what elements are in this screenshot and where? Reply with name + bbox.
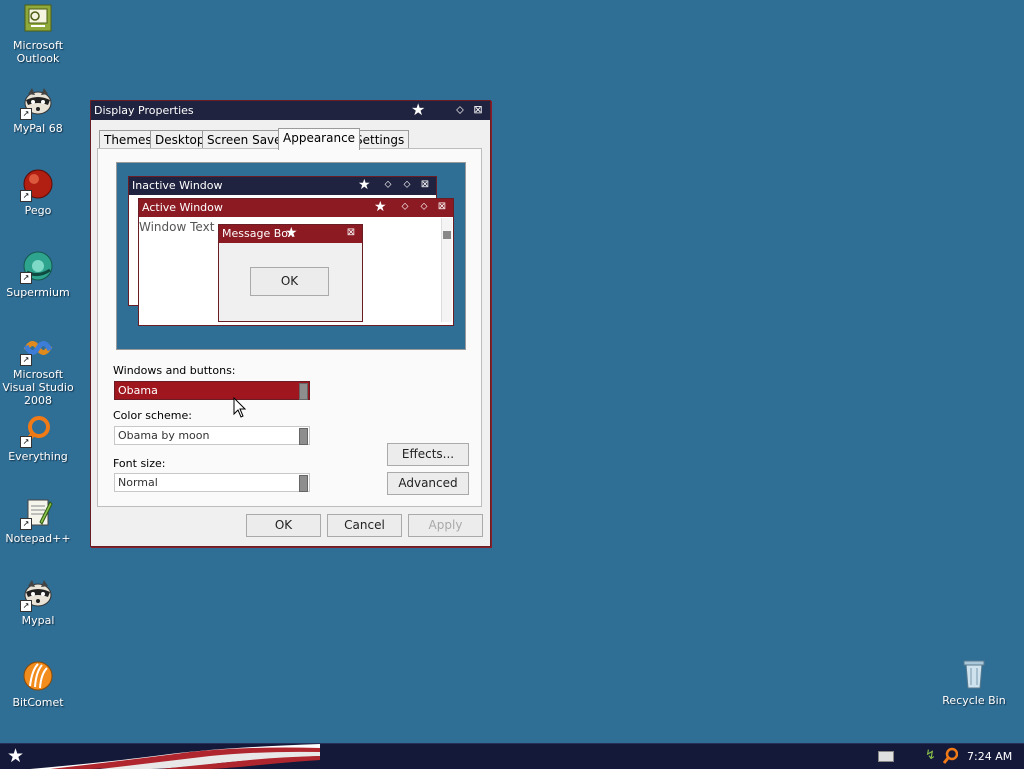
windows-and-buttons-label: Windows and buttons: — [113, 364, 236, 377]
preview-scrollbar — [441, 218, 452, 322]
clock[interactable]: 7:24 AM — [967, 750, 1012, 763]
desktop-icon-label: Mypal — [21, 614, 55, 627]
font-size-value: Normal — [118, 476, 158, 489]
desktop-icon-supermium[interactable]: ↗ Supermium — [0, 250, 76, 299]
desktop-icon-recycle-bin[interactable]: Recycle Bin — [936, 658, 1012, 707]
desktop-icon-label: Pego — [24, 204, 52, 217]
inactive-window-title: Inactive Window — [132, 179, 223, 192]
dialog-titlebar[interactable]: Display Properties ★ ⬦ ⊠ — [91, 101, 490, 120]
color-scheme-value: Obama by moon — [118, 429, 210, 442]
dropdown-arrow-icon[interactable] — [299, 428, 308, 445]
magnifier-icon[interactable] — [942, 747, 959, 768]
desktop-icon-mypal[interactable]: ↗ Mypal — [0, 578, 76, 627]
display-properties-dialog: Display Properties ★ ⬦ ⊠ Themes Desktop … — [90, 100, 491, 547]
font-size-select[interactable]: Normal — [114, 473, 310, 492]
close-icon: ⊠ — [437, 201, 447, 212]
bitcomet-icon — [22, 660, 54, 692]
tab-desktop[interactable]: Desktop — [150, 130, 210, 149]
magnifier-icon: ↗ — [20, 414, 54, 448]
active-window-title: Active Window — [142, 201, 223, 214]
dialog-title: Display Properties — [94, 104, 194, 117]
desktop-icon-visual-studio-2008[interactable]: ↗ Microsoft Visual Studio 2008 — [0, 332, 76, 407]
desktop-icon-label: Recycle Bin — [942, 694, 1006, 707]
tab-themes[interactable]: Themes — [99, 130, 157, 149]
desktop-icon-label: Supermium — [6, 286, 70, 299]
dropdown-arrow-icon[interactable] — [299, 475, 308, 492]
raccoon-icon: ↗ — [20, 86, 54, 120]
star-icon: ★ — [285, 225, 298, 241]
shortcut-arrow-icon: ↗ — [20, 518, 32, 530]
star-icon: ★ — [358, 177, 371, 193]
raccoon-icon: ↗ — [20, 578, 54, 612]
shortcut-arrow-icon: ↗ — [20, 190, 32, 202]
mouse-cursor-icon — [233, 396, 247, 422]
windows-and-buttons-value: Obama — [118, 384, 158, 397]
preview-ok-button: OK — [250, 267, 329, 296]
message-box-title: Message Box — [222, 227, 295, 240]
desktop-icon-bitcomet[interactable]: BitComet — [0, 660, 76, 709]
keyboard-icon[interactable] — [878, 751, 894, 762]
maximize-icon: ⬦ — [420, 201, 428, 212]
cancel-button[interactable]: Cancel — [327, 514, 402, 537]
visual-studio-icon: ↗ — [20, 332, 54, 366]
flag-decoration — [30, 744, 320, 769]
close-icon: ⊠ — [346, 227, 356, 238]
preview-message-box: Message Box ★ ⊠ OK — [218, 224, 363, 322]
help-button[interactable]: ⬦ — [453, 103, 467, 117]
shortcut-arrow-icon: ↗ — [20, 600, 32, 612]
minimize-icon: ⬦ — [401, 201, 409, 212]
shortcut-arrow-icon: ↗ — [20, 272, 32, 284]
desktop-icon-label: MyPal 68 — [13, 122, 63, 135]
desktop-icon-label: Microsoft Outlook — [12, 39, 64, 65]
shortcut-arrow-icon: ↗ — [20, 108, 32, 120]
network-status-icon[interactable]: ↯ — [925, 748, 936, 763]
windows-and-buttons-select[interactable]: Obama — [114, 381, 310, 400]
dropdown-arrow-icon[interactable] — [299, 383, 308, 400]
desktop-icon-label: Notepad++ — [5, 532, 71, 545]
desktop-icon-notepad-plus-plus[interactable]: ↗ Notepad++ — [0, 496, 76, 545]
desktop-icon-outlook[interactable]: Microsoft Outlook — [0, 3, 76, 65]
desktop-icon-label: Everything — [8, 450, 68, 463]
apply-button[interactable]: Apply — [408, 514, 483, 537]
appearance-panel: Inactive Window ★ ⬦ ⬦ ⊠ Active Window ★ … — [97, 148, 482, 507]
recycle-bin-icon — [958, 658, 990, 690]
pego-icon: ↗ — [20, 168, 54, 202]
shortcut-arrow-icon: ↗ — [20, 354, 32, 366]
close-icon: ⊠ — [420, 179, 430, 190]
color-scheme-label: Color scheme: — [113, 409, 192, 422]
star-icon: ★ — [374, 199, 387, 215]
close-button[interactable]: ⊠ — [471, 103, 485, 117]
supermium-icon: ↗ — [20, 250, 54, 284]
window-text-sample: Window Text — [139, 220, 215, 234]
start-star-button[interactable]: ★ — [7, 747, 24, 766]
minimize-icon: ⬦ — [384, 179, 392, 190]
desktop-icon-label: Microsoft Visual Studio 2008 — [2, 368, 74, 407]
ok-button[interactable]: OK — [246, 514, 321, 537]
shortcut-arrow-icon: ↗ — [20, 436, 32, 448]
desktop-icon-mypal-68[interactable]: ↗ MyPal 68 — [0, 86, 76, 135]
taskbar: ★ ↯ 7:24 AM — [0, 743, 1024, 769]
font-size-label: Font size: — [113, 457, 166, 470]
maximize-icon: ⬦ — [403, 179, 411, 190]
advanced-button[interactable]: Advanced — [387, 472, 469, 495]
appearance-preview: Inactive Window ★ ⬦ ⬦ ⊠ Active Window ★ … — [116, 162, 466, 350]
desktop-icon-label: BitComet — [12, 696, 64, 709]
desktop-icon-everything[interactable]: ↗ Everything — [0, 414, 76, 463]
star-icon: ★ — [411, 100, 426, 119]
tab-appearance[interactable]: Appearance — [278, 128, 361, 150]
notepad-plus-plus-icon: ↗ — [20, 496, 54, 530]
color-scheme-select[interactable]: Obama by moon — [114, 426, 310, 445]
effects-button[interactable]: Effects... — [387, 443, 469, 466]
desktop-icon-pego[interactable]: ↗ Pego — [0, 168, 76, 217]
outlook-icon — [22, 3, 54, 35]
